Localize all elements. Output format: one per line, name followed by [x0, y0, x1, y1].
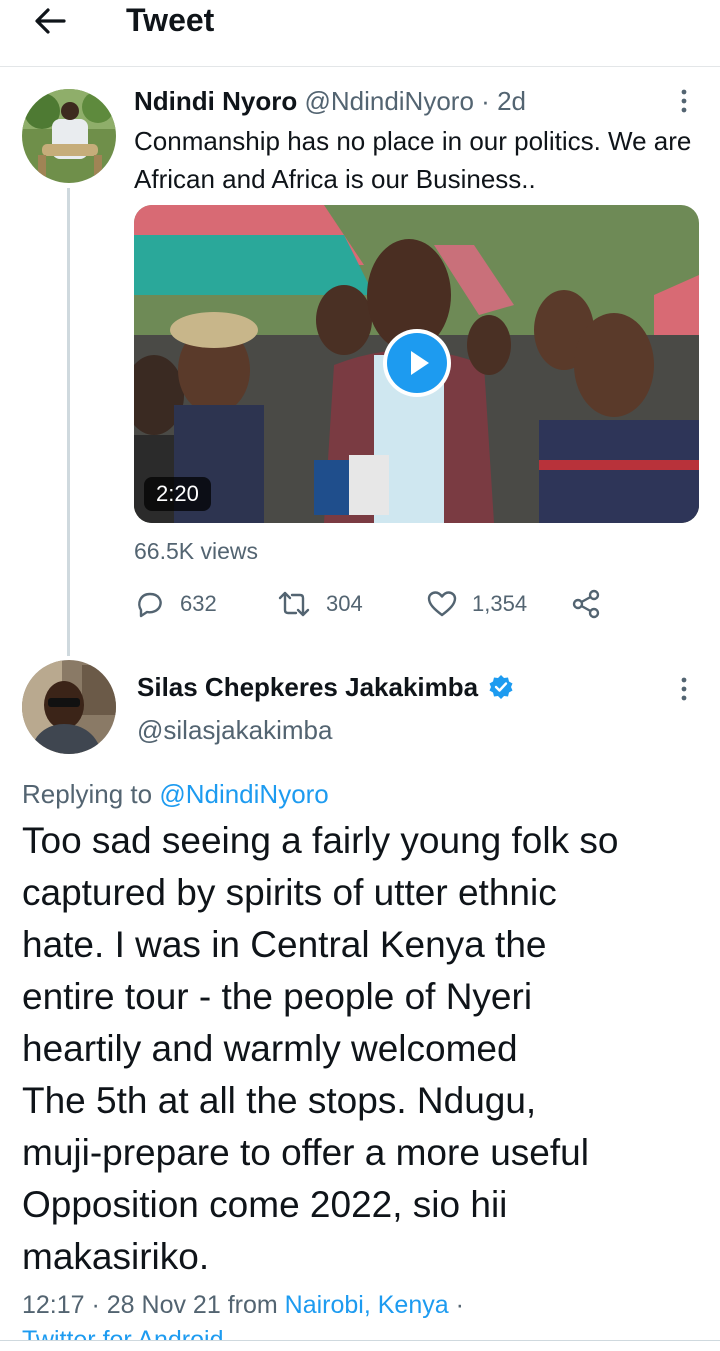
- bottom-divider: [0, 1340, 720, 1351]
- tweet-timestamp: 12:17 · 28 Nov 21 from: [22, 1291, 278, 1319]
- author-row: Silas Chepkeres Jakakimba: [137, 670, 514, 704]
- retweet-icon: [278, 591, 310, 617]
- like-count: 1,354: [472, 591, 528, 616]
- video-duration: 2:20: [144, 477, 211, 511]
- author-handle[interactable]: @silasjakakimba: [137, 714, 332, 746]
- arrow-left-icon[interactable]: [30, 4, 70, 38]
- meta-separator: ·: [455, 1291, 464, 1319]
- more-options-icon[interactable]: [674, 88, 694, 114]
- tweet-text: Conmanship has no place in our politics.…: [134, 126, 692, 194]
- client-link[interactable]: Twitter for Android: [22, 1324, 223, 1340]
- verified-badge-icon: [489, 675, 513, 699]
- video-player[interactable]: 2:20: [134, 205, 699, 523]
- separator-dot: ·: [481, 86, 490, 116]
- avatar[interactable]: [22, 660, 116, 754]
- retweet-count: 304: [326, 591, 363, 616]
- share-icon: [572, 589, 600, 619]
- replying-prefix: Replying to: [22, 779, 153, 809]
- like-button[interactable]: 1,354: [426, 584, 527, 624]
- location-link[interactable]: Nairobi, Kenya: [285, 1291, 449, 1319]
- tweet-header: Ndindi Nyoro @NdindiNyoro · 2d: [134, 86, 526, 116]
- thread-connector: [67, 188, 70, 656]
- play-icon: [411, 351, 429, 375]
- reply-count: 632: [180, 591, 217, 616]
- heart-icon: [427, 591, 457, 617]
- author-name[interactable]: Ndindi Nyoro: [134, 86, 297, 116]
- retweet-button[interactable]: 304: [276, 584, 363, 624]
- author-name[interactable]: Silas Chepkeres Jakakimba: [137, 670, 478, 704]
- tweet-time[interactable]: 2d: [497, 86, 526, 116]
- tweet-actions: 632 304 1,354: [134, 584, 704, 624]
- reply-icon: [138, 592, 162, 618]
- play-button[interactable]: [383, 329, 451, 397]
- reply-button[interactable]: 632: [134, 584, 217, 624]
- page-title: Tweet: [126, 2, 215, 38]
- tweet-text: Too sad seeing a fairly young folk so ca…: [22, 820, 619, 1277]
- view-count: 66.5K views: [134, 538, 259, 564]
- share-button[interactable]: [570, 584, 616, 624]
- avatar[interactable]: [22, 89, 116, 183]
- top-bar: Tweet: [0, 0, 720, 67]
- tweet-meta: 12:17 · 28 Nov 21 from Nairobi, Kenya ·: [22, 1289, 464, 1321]
- replying-to: Replying to @NdindiNyoro: [22, 778, 329, 810]
- replying-to-link[interactable]: @NdindiNyoro: [159, 779, 328, 809]
- author-handle[interactable]: @NdindiNyoro: [304, 86, 473, 116]
- more-options-icon[interactable]: [674, 676, 694, 702]
